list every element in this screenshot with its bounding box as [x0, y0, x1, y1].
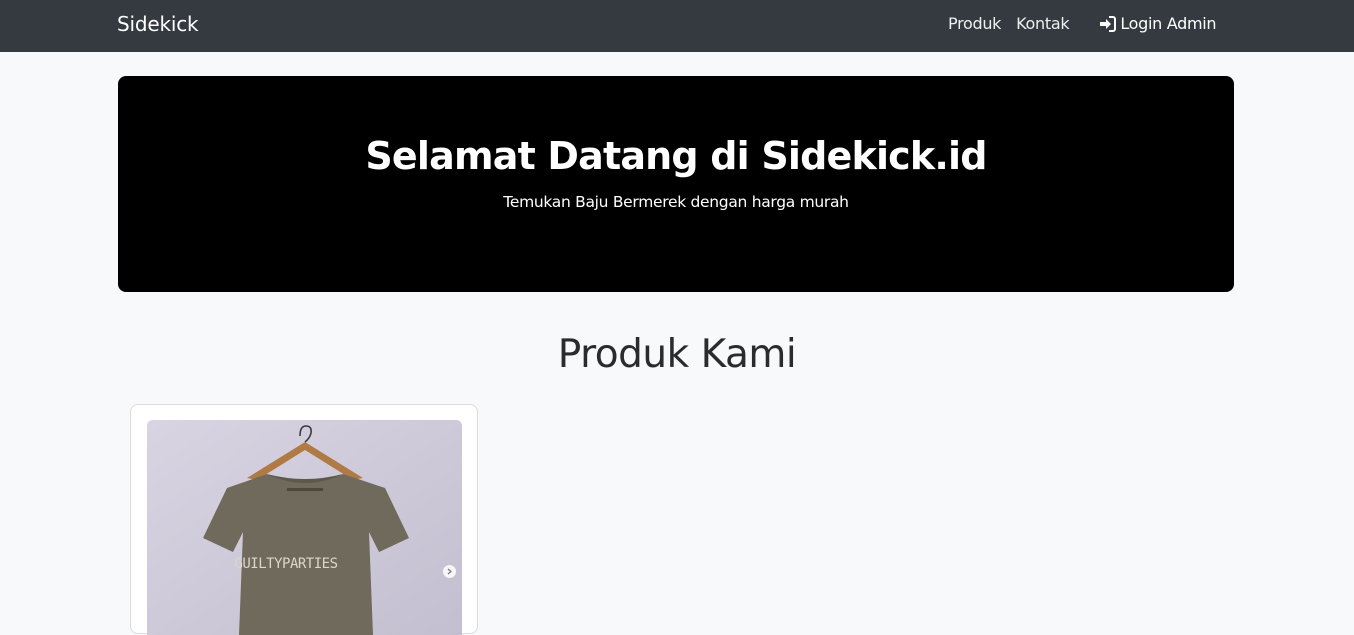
product-card[interactable]: GUILTYPARTIES [130, 404, 478, 635]
login-admin-label: Login Admin [1120, 14, 1217, 33]
products-heading: Produk Kami [557, 332, 797, 377]
carousel-next-button[interactable] [443, 565, 456, 578]
login-admin-link[interactable]: Login Admin [1099, 14, 1217, 33]
brand-logo-link[interactable]: Sidekick [117, 12, 199, 36]
product-image-carousel[interactable]: GUILTYPARTIES [147, 420, 462, 635]
sign-in-icon [1100, 15, 1117, 32]
top-navbar: Sidekick Produk Kontak Login Admin [0, 0, 1354, 52]
nav-link-produk[interactable]: Produk [948, 14, 1001, 33]
nav-links: Produk Kontak Login Admin [948, 14, 1217, 33]
hero-subtitle: Temukan Baju Bermerek dengan harga murah [503, 193, 849, 211]
chevron-right-icon [447, 568, 452, 575]
nav-link-kontak[interactable]: Kontak [1016, 14, 1069, 33]
hero-title: Selamat Datang di Sidekick.id [365, 134, 987, 178]
shirt-print-text: GUILTYPARTIES [234, 556, 337, 572]
product-photo: GUILTYPARTIES [147, 420, 462, 635]
hero-banner: Selamat Datang di Sidekick.id Temukan Ba… [118, 76, 1234, 292]
